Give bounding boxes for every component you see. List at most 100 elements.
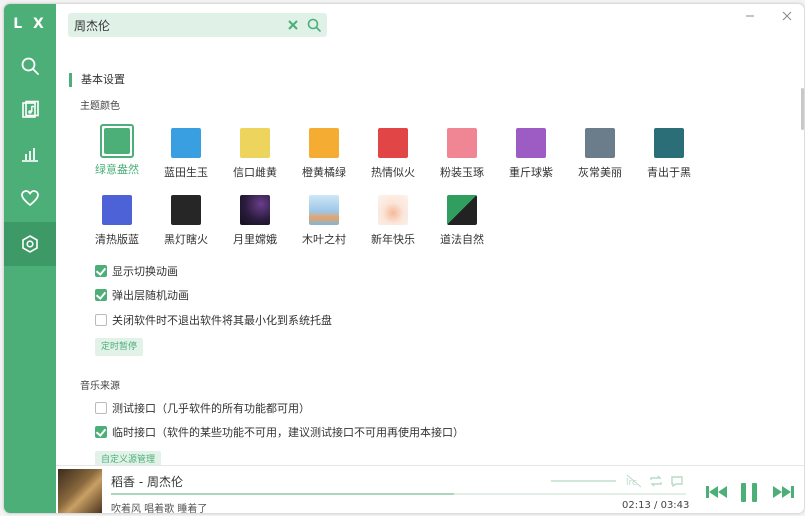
playback-time: 02:13 / 03:43	[622, 500, 689, 511]
theme-option[interactable]: 木叶之村	[294, 195, 354, 247]
theme-swatch	[102, 195, 132, 225]
theme-swatch	[240, 128, 270, 158]
theme-option[interactable]: 重斤球紫	[501, 128, 561, 180]
checkbox-checked[interactable]	[95, 426, 107, 438]
theme-swatch	[240, 195, 270, 225]
theme-option[interactable]: 月里嫦娥	[225, 195, 285, 247]
source-label: 测试接口（几乎软件的所有功能都可用）	[112, 402, 310, 415]
sidebar-item-favorites[interactable]	[4, 176, 56, 220]
theme-label: 道法自然	[440, 233, 484, 246]
time-separator: /	[654, 500, 658, 511]
sidebar-item-playlist[interactable]	[4, 88, 56, 132]
theme-swatch	[309, 195, 339, 225]
music-file-icon	[22, 100, 39, 118]
theme-label: 信口雌黄	[233, 166, 277, 179]
theme-color-label: 主题颜色	[80, 101, 120, 112]
settings-panel: 基本设置 主题颜色 绿意盎然 蓝田生玉 信口雌黄 橙黄橘绿 热情似火 粉装玉琢	[56, 44, 804, 465]
checkbox-unchecked[interactable]	[95, 314, 107, 326]
theme-swatch	[171, 128, 201, 158]
current-time: 02:13	[622, 500, 651, 511]
theme-label: 木叶之村	[302, 233, 346, 246]
theme-label: 绿意盎然	[95, 163, 139, 176]
timer-pause-button[interactable]: 定时暂停	[95, 338, 144, 356]
repeat-icon[interactable]	[648, 474, 664, 488]
theme-label: 粉装玉琢	[440, 166, 484, 179]
pause-icon[interactable]	[738, 482, 760, 502]
song-title: 稻香 - 周杰伦	[111, 475, 183, 489]
sidebar: L X	[4, 4, 56, 513]
comment-icon[interactable]	[669, 474, 685, 488]
close-icon[interactable]	[779, 8, 795, 24]
theme-label: 青出于黑	[647, 166, 691, 179]
theme-swatch	[171, 195, 201, 225]
theme-label: 热情似火	[371, 166, 415, 179]
clear-icon[interactable]	[285, 17, 301, 33]
custom-source-button[interactable]: 自定义源管理	[95, 451, 162, 465]
section-title-basic: 基本设置	[69, 73, 125, 87]
lyric-line: 吹着风 唱着歌 睡着了	[111, 504, 208, 513]
checkbox-checked[interactable]	[95, 265, 107, 277]
search-icon[interactable]	[306, 17, 322, 33]
desktop-lyric-icon[interactable]: lrc	[626, 474, 642, 488]
total-time: 03:43	[660, 500, 690, 511]
theme-option[interactable]: 信口雌黄	[225, 128, 285, 180]
theme-option[interactable]: 灰常美丽	[570, 128, 630, 180]
theme-swatch	[378, 128, 408, 158]
option-minimize-to-tray[interactable]: 关闭软件时不退出软件将其最小化到系统托盘	[95, 312, 332, 328]
sidebar-item-search[interactable]	[4, 44, 56, 88]
theme-option[interactable]: 绿意盎然	[87, 124, 147, 177]
theme-option[interactable]: 新年快乐	[363, 195, 423, 247]
app-window: L X 周杰伦 基本设置 主题颜色 绿意盎然 蓝田生玉 信口雌黄 橙黄橘绿 热情…	[4, 4, 804, 513]
option-label: 关闭软件时不退出软件将其最小化到系统托盘	[112, 314, 332, 327]
theme-label: 灰常美丽	[578, 166, 622, 179]
heart-icon	[21, 190, 39, 207]
search-box	[68, 13, 327, 37]
theme-label: 新年快乐	[371, 233, 415, 246]
theme-option[interactable]: 青出于黑	[639, 128, 699, 180]
theme-option[interactable]: 蓝田生玉	[156, 128, 216, 180]
theme-swatch	[447, 128, 477, 158]
theme-option[interactable]: 粉装玉琢	[432, 128, 492, 180]
theme-swatch	[378, 195, 408, 225]
progress-bar[interactable]	[111, 493, 686, 495]
app-logo: L X	[13, 16, 47, 32]
theme-option[interactable]: 橙黄橘绿	[294, 128, 354, 180]
bar-chart-icon	[22, 148, 38, 162]
source-test-api[interactable]: 测试接口（几乎软件的所有功能都可用）	[95, 400, 310, 416]
previous-track-icon[interactable]	[704, 482, 730, 502]
theme-swatch	[447, 195, 477, 225]
search-input[interactable]	[74, 13, 274, 37]
next-track-icon[interactable]	[770, 482, 796, 502]
theme-swatch	[309, 128, 339, 158]
checkbox-checked[interactable]	[95, 289, 107, 301]
source-temp-api[interactable]: 临时接口（软件的某些功能不可用，建议测试接口不可用再使用本接口）	[95, 424, 464, 440]
theme-option[interactable]: 黑灯瞎火	[156, 195, 216, 247]
theme-label: 黑灯瞎火	[164, 233, 208, 246]
theme-label: 蓝田生玉	[164, 166, 208, 179]
theme-swatch	[516, 128, 546, 158]
theme-swatch	[654, 128, 684, 158]
sidebar-item-leaderboard[interactable]	[4, 132, 56, 176]
theme-option[interactable]: 道法自然	[432, 195, 492, 247]
player-bar: 稻香 - 周杰伦 吹着风 唱着歌 睡着了 lrc 02:13 / 03:43	[56, 465, 804, 513]
settings-icon	[22, 235, 38, 253]
theme-swatch	[585, 128, 615, 158]
theme-swatch	[104, 128, 130, 154]
theme-option[interactable]: 热情似火	[363, 128, 423, 180]
progress-fill	[111, 493, 455, 495]
theme-label: 清热版蓝	[95, 233, 139, 246]
theme-option[interactable]: 清热版蓝	[87, 195, 147, 247]
scrollbar[interactable]	[801, 88, 804, 130]
option-random-popup-animation[interactable]: 弹出层随机动画	[95, 287, 189, 303]
option-show-switch-animation[interactable]: 显示切换动画	[95, 263, 178, 279]
option-label: 显示切换动画	[112, 265, 178, 278]
option-label: 弹出层随机动画	[112, 289, 189, 302]
theme-label: 重斤球紫	[509, 166, 553, 179]
minimize-icon[interactable]	[742, 8, 758, 24]
music-source-label: 音乐来源	[80, 381, 120, 392]
volume-slider[interactable]	[551, 480, 616, 482]
theme-label: 橙黄橘绿	[302, 166, 346, 179]
album-cover[interactable]	[58, 469, 102, 513]
checkbox-unchecked[interactable]	[95, 402, 107, 414]
sidebar-item-settings[interactable]	[4, 222, 56, 266]
